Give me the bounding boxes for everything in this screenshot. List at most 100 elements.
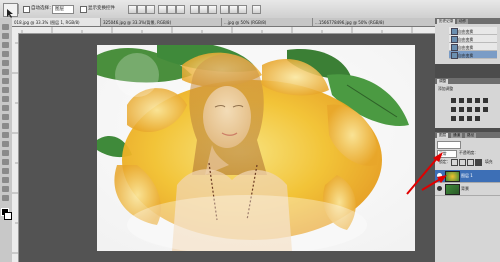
tab-document-1[interactable]: 018.jpg @ 33.3% (图层 1, RGB/8): [12, 18, 101, 26]
adjustments-title: 添加调整: [438, 86, 454, 91]
clone-stamp-tool-icon[interactable]: [2, 96, 9, 102]
shape-tool-icon[interactable]: [2, 177, 9, 183]
composite-image: [97, 45, 415, 251]
right-panel-dock: 历史记录 动作 自由变换 自由变换 自由变换 自由变换 调整 添加调整 图层 通…: [435, 18, 500, 262]
history-panel: 自由变换 自由变换 自由变换 自由变换: [435, 24, 500, 64]
history-brush-tool-icon[interactable]: [2, 105, 9, 111]
history-state-icon: [451, 44, 458, 51]
photo-filter-icon[interactable]: [475, 107, 480, 112]
history-item-label: 自由变换: [458, 52, 474, 58]
options-bar: 自动选择： 图层 显示变换控件: [0, 0, 500, 19]
auto-select-checkbox[interactable]: [23, 6, 30, 13]
tab-document-4[interactable]: ...1566778496.jpg @ 50% (RGB/8): [313, 18, 436, 26]
lock-position-icon[interactable]: [467, 159, 474, 166]
quick-select-tool-icon[interactable]: [2, 51, 9, 57]
channel-mixer-icon[interactable]: [483, 107, 488, 112]
layer-filter-select[interactable]: [437, 141, 461, 149]
exposure-icon[interactable]: [475, 98, 480, 103]
vibrance-icon[interactable]: [483, 98, 488, 103]
opacity-label: 不透明度：: [459, 150, 478, 155]
auto-select-label: 自动选择：: [31, 6, 54, 11]
layer-name: 图层 1: [461, 173, 473, 178]
eyedropper-tool-icon[interactable]: [2, 69, 9, 75]
history-state-icon: [451, 28, 458, 35]
gradient-tool-icon[interactable]: [2, 123, 9, 129]
history-item-label: 自由变换: [458, 36, 474, 42]
horizontal-ruler: [12, 27, 435, 34]
invert-icon[interactable]: [451, 116, 456, 121]
hue-saturation-icon[interactable]: [451, 107, 456, 112]
tab-adjustments[interactable]: 调整: [437, 78, 449, 84]
show-transform-checkbox[interactable]: [80, 6, 87, 13]
lock-all-icon[interactable]: [475, 159, 482, 166]
auto-align-button[interactable]: [252, 5, 261, 14]
tab-channels[interactable]: 通道: [451, 132, 463, 138]
tab-document-3[interactable]: ...jpg @ 50% (RGB/8): [222, 18, 313, 26]
auto-select-value: 图层: [55, 6, 64, 12]
black-white-icon[interactable]: [467, 107, 472, 112]
crop-tool-icon[interactable]: [2, 60, 9, 66]
distribute-top-button[interactable]: [190, 5, 199, 14]
tab-label: ...jpg @ 50% (RGB/8): [224, 19, 267, 25]
align-bottom-button[interactable]: [146, 5, 155, 14]
brightness-icon[interactable]: [451, 98, 456, 103]
distribute-hcenter-button[interactable]: [229, 5, 238, 14]
background-color-swatch[interactable]: [4, 212, 12, 220]
align-left-button[interactable]: [158, 5, 167, 14]
distribute-vcenter-button[interactable]: [199, 5, 208, 14]
move-tool-icon[interactable]: [2, 24, 9, 30]
tab-label: 018.jpg @ 33.3% (图层 1, RGB/8): [14, 19, 80, 25]
gradient-map-icon[interactable]: [475, 116, 480, 121]
eraser-tool-icon[interactable]: [2, 114, 9, 120]
auto-select-dropdown[interactable]: 图层: [52, 5, 74, 14]
tab-paths[interactable]: 路径: [465, 132, 477, 138]
tab-document-2[interactable]: 325046.jpg @ 33.3%(背景, RGB/8): [101, 18, 222, 26]
fill-label: 填充: [485, 159, 493, 164]
align-hcenter-button[interactable]: [167, 5, 176, 14]
hand-tool-icon[interactable]: [2, 186, 9, 192]
move-tool-icon[interactable]: [3, 3, 18, 18]
layer-name: 背景: [461, 186, 469, 191]
tab-label: 325046.jpg @ 33.3%(背景, RGB/8): [103, 19, 172, 25]
pen-tool-icon[interactable]: [2, 150, 9, 156]
tab-history[interactable]: 历史记录: [437, 18, 456, 24]
tab-layers[interactable]: 图层: [437, 132, 449, 138]
history-item-label: 自由变换: [458, 44, 474, 50]
history-item[interactable]: 自由变换: [449, 43, 497, 51]
type-tool-icon[interactable]: [2, 159, 9, 165]
history-item[interactable]: 自由变换: [449, 27, 497, 35]
path-select-tool-icon[interactable]: [2, 168, 9, 174]
align-vcenter-button[interactable]: [137, 5, 146, 14]
document-tabs: 018.jpg @ 33.3% (图层 1, RGB/8) 325046.jpg…: [12, 18, 436, 27]
history-item-current[interactable]: 自由变换: [449, 51, 497, 59]
lock-transparent-icon[interactable]: [451, 159, 458, 166]
document-canvas[interactable]: [97, 45, 415, 251]
distribute-right-button[interactable]: [238, 5, 247, 14]
dodge-tool-icon[interactable]: [2, 141, 9, 147]
lock-pixels-icon[interactable]: [459, 159, 466, 166]
lasso-tool-icon[interactable]: [2, 42, 9, 48]
marquee-tool-icon[interactable]: [2, 33, 9, 39]
history-state-icon: [451, 52, 458, 59]
red-arrow-annotation: [421, 175, 447, 191]
tab-label: ...1566778496.jpg @ 50% (RGB/8): [315, 19, 385, 25]
curves-icon[interactable]: [467, 98, 472, 103]
tab-actions[interactable]: 动作: [457, 18, 469, 24]
distribute-bottom-button[interactable]: [208, 5, 217, 14]
blur-tool-icon[interactable]: [2, 132, 9, 138]
threshold-icon[interactable]: [467, 116, 472, 121]
history-item-label: 自由变换: [458, 28, 474, 34]
distribute-left-button[interactable]: [220, 5, 229, 14]
posterize-icon[interactable]: [459, 116, 464, 121]
divider: [18, 4, 19, 14]
brush-tool-icon[interactable]: [2, 87, 9, 93]
zoom-tool-icon[interactable]: [2, 195, 9, 201]
healing-tool-icon[interactable]: [2, 78, 9, 84]
color-balance-icon[interactable]: [459, 107, 464, 112]
history-item[interactable]: 自由变换: [449, 35, 497, 43]
align-top-button[interactable]: [128, 5, 137, 14]
align-right-button[interactable]: [176, 5, 185, 14]
vertical-ruler: [12, 33, 19, 262]
levels-icon[interactable]: [459, 98, 464, 103]
adjustments-panel: 添加调整: [435, 84, 500, 128]
